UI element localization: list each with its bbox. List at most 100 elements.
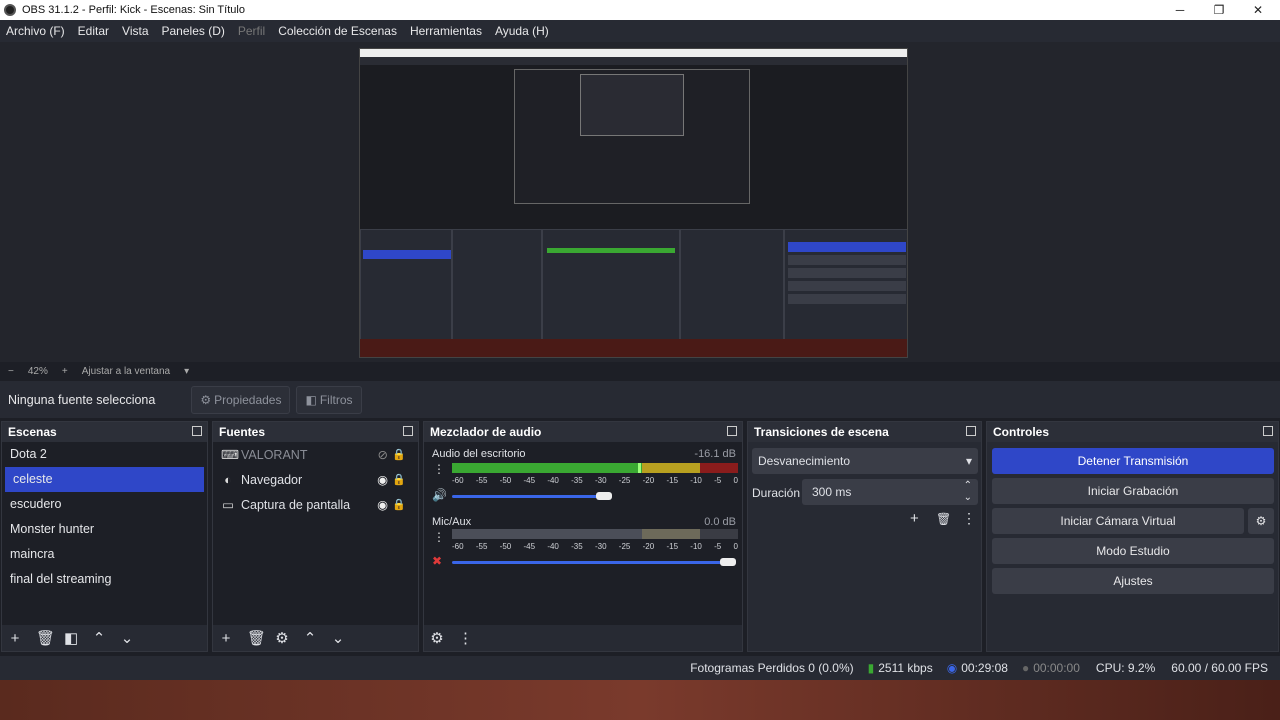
add-icon[interactable]: + [219,630,233,647]
stop-streaming-button[interactable]: Detener Transmisión [992,448,1274,474]
trash-icon[interactable]: 🗑 [936,512,951,526]
undock-icon[interactable] [192,426,202,436]
menu-herramientas[interactable]: Herramientas [410,24,482,38]
undock-icon[interactable] [1263,426,1273,436]
menu-coleccion-escenas[interactable]: Colección de Escenas [278,24,397,38]
meter-empty [642,529,700,539]
desktop-audio-slider[interactable] [452,495,602,498]
preview-nested-background [360,339,907,357]
program-preview[interactable] [359,48,908,358]
up-arrow-icon[interactable]: ⌃ [92,629,106,647]
menu-vista[interactable]: Vista [122,24,148,38]
gear-icon[interactable]: ⚙ [430,629,444,647]
trash-icon[interactable]: 🗑 [247,629,266,647]
scene-item[interactable]: Monster hunter [2,517,207,542]
zoom-value: 42% [27,365,48,377]
zoom-in-button[interactable]: + [62,366,68,377]
zoom-fit-label[interactable]: Ajustar a la ventana [82,366,170,377]
transitions-header: Transiciones de escena [748,422,981,442]
tick-label: -40 [547,476,559,485]
virtual-camera-settings-button[interactable]: ⚙ [1248,508,1274,534]
gear-icon[interactable]: ⚙ [275,629,289,647]
trash-icon[interactable]: 🗑 [36,629,55,647]
eye-icon[interactable]: ◉ [377,472,388,487]
menu-paneles[interactable]: Paneles (D) [162,24,225,38]
scene-item[interactable]: maincra [2,542,207,567]
lock-icon[interactable]: 🔒 [392,473,406,486]
minimize-button[interactable]: ─ [1160,0,1200,20]
meter-ticks: -60 -55 -50 -45 -40 -35 -30 -25 -20 -15 -10 -5 0 [452,476,738,485]
eye-icon[interactable]: ◉ [377,497,388,512]
tick-label: -20 [642,542,655,551]
transition-select-value: Desvanecimiento [758,454,851,468]
kebab-icon[interactable]: ⋮ [458,629,473,647]
tick-label: -45 [523,542,536,551]
dropped-frames: Fotogramas Perdidos 0 (0.0%) [690,661,854,675]
status-bar: Fotogramas Perdidos 0 (0.0%) ▮ 2511 kbps… [0,656,1280,680]
chevron-down-icon: ▾ [965,454,972,468]
lock-icon[interactable]: 🔒 [392,448,406,461]
menu-editar[interactable]: Editar [78,24,109,38]
kebab-icon[interactable]: ⋮ [962,510,976,527]
eye-hidden-icon[interactable]: ⊘ [378,447,388,462]
tick-label: -25 [618,476,631,485]
transitions-dock: Transiciones de escena Desvanecimiento ▾… [747,421,982,652]
scene-item[interactable]: escudero [2,492,207,517]
filters-button[interactable]: ◧ Filtros [296,385,362,414]
mic-muted-icon[interactable]: ✖ [432,554,442,568]
up-arrow-icon[interactable]: ⌃ [303,629,317,647]
channel-name: Audio del escritorio [432,446,526,460]
desktop-audio-label: Audio del escritorio [432,448,526,460]
undock-icon[interactable] [727,426,737,436]
duration-input[interactable]: 300 ms ⌃ ⌄ [802,479,978,505]
slider-knob[interactable] [596,492,612,500]
source-item[interactable]: ▭ Captura de pantalla ◉ 🔒 [213,492,418,517]
undock-icon[interactable] [966,426,976,436]
studio-mode-button[interactable]: Modo Estudio [992,538,1274,564]
start-recording-button[interactable]: Iniciar Grabación [992,478,1274,504]
properties-button[interactable]: ⚙ Propiedades [191,385,291,414]
menu-archivo[interactable]: Archivo (F) [6,24,65,38]
slider-knob[interactable] [720,558,736,566]
lock-icon[interactable]: 🔒 [392,498,406,511]
source-name: Navegador [241,472,303,487]
kebab-icon[interactable]: ⋮ [432,462,446,476]
title-bar: OBS 31.1.2 - Perfil: Kick - Escenas: Sin… [0,0,1280,20]
transition-select[interactable]: Desvanecimiento ▾ [752,448,978,474]
controls-title: Controles [993,425,1050,439]
scene-item[interactable]: Dota 2 [2,442,207,467]
speaker-icon[interactable]: 🔊 [432,488,447,502]
preview-nested-btn [788,294,906,304]
tick-label: -60 [452,476,464,485]
zoom-dropdown-icon[interactable]: ▾ [184,366,189,377]
filter-icon[interactable]: ◧ [64,629,78,647]
chevron-down-icon[interactable]: ⌄ [964,485,972,511]
tick-label: 0 [733,476,738,485]
record-time: 00:00:00 [1033,661,1080,675]
mic-aux-slider[interactable] [452,561,734,564]
down-arrow-icon[interactable]: ⌄ [331,629,345,647]
add-icon[interactable]: + [910,510,919,527]
scenes-footer: + 🗑 ◧ ⌃ ⌄ [2,625,207,651]
controls-dock: Controles Detener Transmisión Iniciar Gr… [986,421,1279,652]
scene-item-selected[interactable]: celeste [5,467,204,492]
tick-label: -40 [547,542,559,551]
undock-icon[interactable] [403,426,413,436]
scene-item[interactable]: final del streaming [2,567,207,592]
close-button[interactable]: ✕ [1238,0,1278,20]
zoom-out-button[interactable]: − [8,366,14,377]
sources-list: ⌨ VALORANT ⊘ 🔒 ◐ Navegador ◉ 🔒 ▭ Captura… [213,442,418,625]
source-item[interactable]: ◐ Navegador ◉ 🔒 [213,467,418,492]
start-virtual-camera-button[interactable]: Iniciar Cámara Virtual [992,508,1244,534]
add-icon[interactable]: + [8,630,22,647]
signal-icon: ▮ [867,661,875,675]
settings-button[interactable]: Ajustes [992,568,1274,594]
tick-label: -35 [571,542,583,551]
kebab-icon[interactable]: ⋮ [432,530,446,544]
down-arrow-icon[interactable]: ⌄ [120,629,134,647]
maximize-button[interactable]: ❐ [1199,0,1239,20]
menu-ayuda[interactable]: Ayuda (H) [495,24,549,38]
preview-nested-window-2 [580,74,684,136]
source-item[interactable]: ⌨ VALORANT ⊘ 🔒 [213,442,418,467]
filter-icon: ◧ [305,392,317,407]
